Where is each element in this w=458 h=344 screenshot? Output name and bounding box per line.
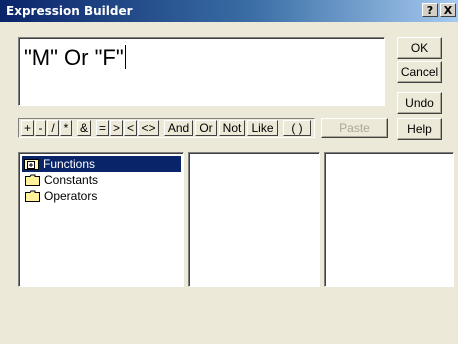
operator-greater-button[interactable]: >: [110, 120, 123, 136]
operator-equals-button[interactable]: =: [96, 120, 109, 136]
element-category-list[interactable]: [188, 152, 320, 287]
title-bar[interactable]: Expression Builder ? X: [0, 0, 458, 22]
operator-minus-button[interactable]: -: [35, 120, 46, 136]
expression-value: "M" Or "F": [24, 45, 124, 70]
operator-not-button[interactable]: Not: [219, 120, 245, 136]
help-icon[interactable]: ?: [422, 3, 438, 17]
close-icon[interactable]: X: [440, 3, 456, 17]
operator-plus-button[interactable]: +: [21, 120, 34, 136]
folder-icon: [25, 190, 40, 202]
expression-input[interactable]: "M" Or "F": [18, 37, 385, 106]
operator-or-button[interactable]: Or: [195, 120, 217, 136]
tree-item-label: Functions: [43, 157, 96, 171]
paste-button[interactable]: Paste: [321, 118, 388, 138]
operator-not-equal-button[interactable]: <>: [138, 120, 159, 136]
tree-item-label: Operators: [44, 189, 98, 203]
expand-plus-folder-icon[interactable]: [24, 158, 40, 170]
expression-text: "M" Or "F": [24, 45, 126, 71]
operator-ampersand-button[interactable]: &: [77, 120, 91, 136]
element-value-list[interactable]: [324, 152, 454, 287]
operator-multiply-button[interactable]: *: [60, 120, 72, 136]
tree-item-label: Constants: [44, 173, 99, 187]
operator-and-button[interactable]: And: [164, 120, 193, 136]
ok-button[interactable]: OK: [397, 37, 442, 59]
element-tree-pane[interactable]: Functions Constants Operators: [18, 152, 184, 287]
undo-button[interactable]: Undo: [397, 92, 442, 114]
operator-toolbar: + - / * & = > < <> And Or Not Like ( ): [18, 118, 315, 138]
operator-less-button[interactable]: <: [124, 120, 137, 136]
operator-divide-button[interactable]: /: [47, 120, 59, 136]
cancel-button[interactable]: Cancel: [397, 61, 442, 83]
operator-like-button[interactable]: Like: [247, 120, 278, 136]
tree-item-functions[interactable]: Functions: [22, 156, 181, 172]
expression-builder-dialog: Expression Builder ? X "M" Or "F" OK Can…: [0, 0, 458, 344]
help-button[interactable]: Help: [397, 118, 442, 140]
text-caret: [124, 45, 126, 69]
window-title: Expression Builder: [6, 4, 133, 18]
operator-parens-button[interactable]: ( ): [283, 120, 311, 136]
folder-icon: [25, 174, 40, 186]
